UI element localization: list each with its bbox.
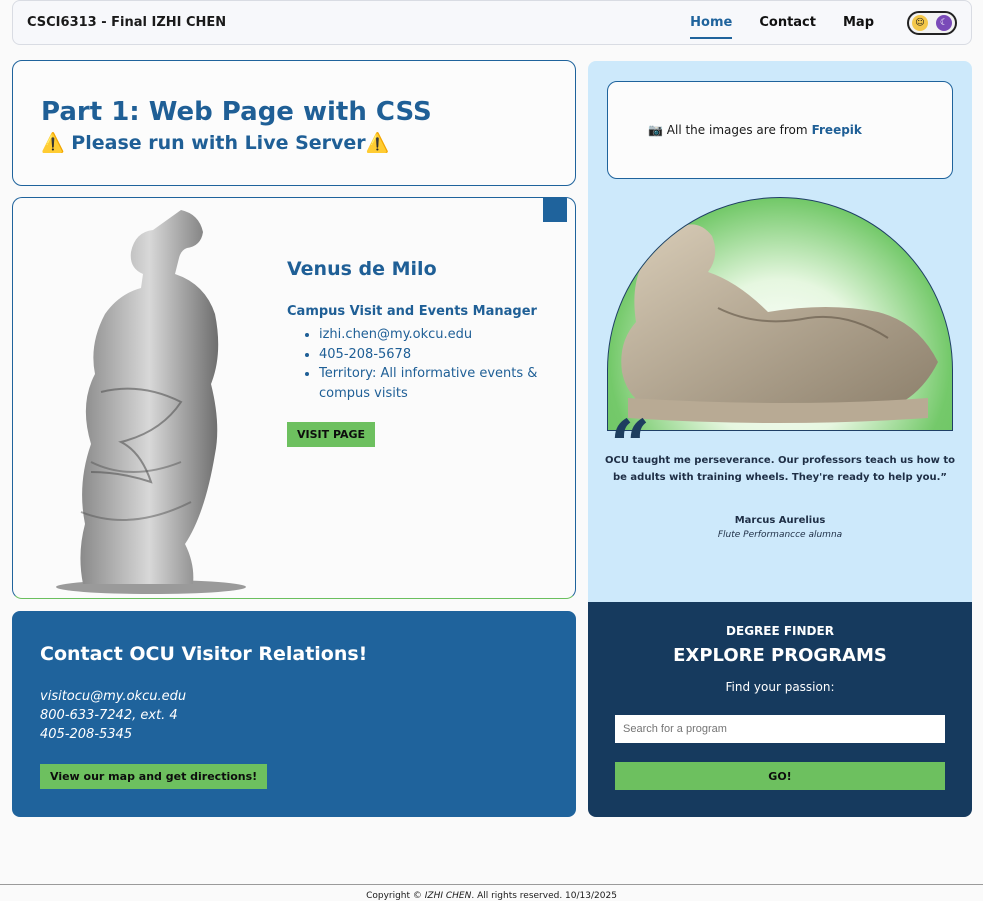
page-subtitle: ⚠️ Please run with Live Server⚠️ (41, 131, 547, 155)
moon-icon: ☾ (936, 14, 952, 31)
freepik-link[interactable]: Freepik (812, 123, 862, 137)
navbar: CSCI6313 - Final IZHI CHEN Home Contact … (12, 0, 972, 45)
finder-tagline: Find your passion: (725, 680, 835, 694)
statue-image (31, 202, 251, 594)
nav-link-contact[interactable]: Contact (759, 11, 816, 34)
profile-name: Venus de Milo (287, 258, 437, 280)
subtitle-text: Please run with Live Server (71, 132, 366, 154)
nav-link-map[interactable]: Map (843, 11, 874, 34)
degree-finder: DEGREE FINDER EXPLORE PROGRAMS Find your… (588, 602, 972, 817)
credit-text: All the images are from (666, 123, 808, 137)
image-credit-card: 📷 All the images are from Freepik (607, 81, 953, 179)
nav-link-home[interactable]: Home (690, 11, 733, 39)
contact-card: Contact OCU Visitor Relations! visitocu@… (12, 611, 576, 817)
copyright-suffix: . All rights reserved. 10/13/2025 (471, 891, 617, 901)
contact-email-link[interactable]: visitocu@my.okcu.edu (40, 689, 186, 704)
brand-title[interactable]: CSCI6313 - Final IZHI CHEN (27, 15, 226, 30)
camera-icon: 📷 (648, 123, 663, 137)
list-item: Territory: All informative events & comp… (319, 364, 547, 403)
program-search-input[interactable] (615, 715, 945, 743)
finder-eyebrow: DEGREE FINDER (726, 624, 834, 638)
nav-links: Home Contact Map ☺ ☾ (690, 10, 957, 39)
testimonial-panel: 📷 All the images are from Freepik “ OCU … (588, 61, 972, 602)
testimonial-quote: OCU taught me perseverance. Our professo… (604, 452, 956, 486)
page-title: Part 1: Web Page with CSS (41, 97, 432, 127)
copyright-name: IZHI CHEN (424, 891, 472, 901)
finder-headline: EXPLORE PROGRAMS (673, 645, 887, 666)
footer: Copyright © IZHI CHEN. All rights reserv… (0, 884, 983, 901)
list-item: izhi.chen@my.okcu.edu (319, 325, 547, 345)
profile-card: Venus de Milo Campus Visit and Events Ma… (12, 197, 576, 599)
profile-details: izhi.chen@my.okcu.edu 405-208-5678 Terri… (287, 325, 547, 403)
map-directions-button[interactable]: View our map and get directions! (40, 764, 268, 789)
warning-icon: ⚠️ (365, 132, 390, 154)
intro-card: Part 1: Web Page with CSS ⚠️ Please run … (12, 60, 576, 186)
theme-toggle[interactable]: ☺ ☾ (907, 10, 957, 35)
profile-email-link[interactable]: izhi.chen@my.okcu.edu (319, 327, 472, 342)
quote-text: OCU taught me perseverance. Our professo… (604, 455, 956, 483)
visit-page-button[interactable]: VISIT PAGE (287, 422, 376, 447)
warning-icon: ⚠️ (41, 132, 65, 154)
contact-lines: visitocu@my.okcu.edu 800-633-7242, ext. … (40, 687, 548, 744)
copyright-prefix: Copyright © (366, 891, 422, 901)
sun-icon: ☺ (912, 14, 928, 31)
profile-info: Venus de Milo Campus Visit and Events Ma… (287, 258, 547, 447)
corner-decoration (543, 198, 567, 222)
profile-role: Campus Visit and Events Manager (287, 304, 537, 319)
list-item: 405-208-5678 (319, 345, 547, 365)
testimonial-author: Marcus Aurelius (734, 515, 826, 526)
go-button[interactable]: GO! (615, 762, 945, 790)
contact-title: Contact OCU Visitor Relations! (40, 643, 368, 665)
testimonial-role: Flute Performancce alumna (717, 530, 843, 540)
contact-phone: 800-633-7242, ext. 4 (40, 708, 178, 723)
statue-arch-image (607, 197, 953, 431)
close-quote-icon: ” (940, 472, 947, 483)
contact-phone-link[interactable]: 405-208-5345 (40, 727, 132, 742)
